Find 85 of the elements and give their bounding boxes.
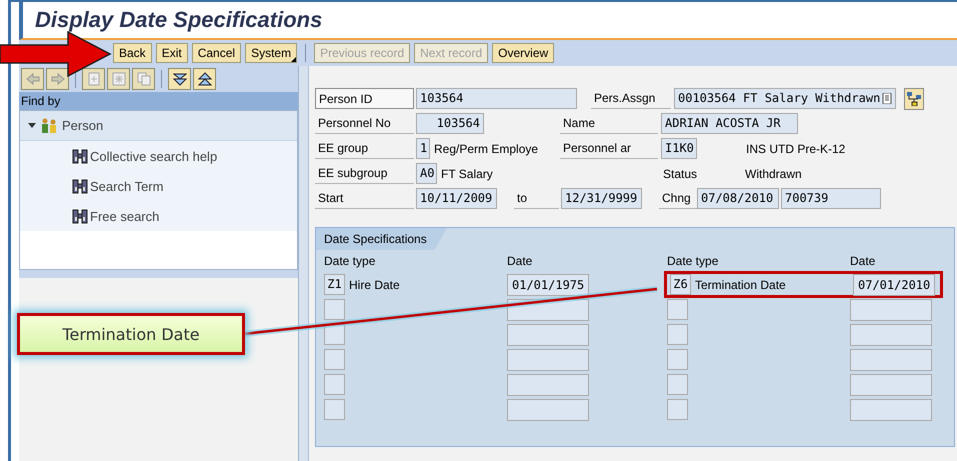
date-field[interactable]: [507, 324, 589, 346]
callout-label: Termination Date: [17, 313, 245, 355]
date-type-field[interactable]: Z6: [670, 274, 691, 295]
date-type-field[interactable]: [324, 374, 345, 395]
people-icon: [39, 118, 59, 134]
org-structure-button[interactable]: [904, 88, 924, 110]
date-field[interactable]: [850, 398, 932, 420]
field-label: Pers.Assgn: [591, 88, 671, 109]
field-label: Person ID: [315, 88, 414, 109]
date-field[interactable]: [850, 374, 932, 396]
column-header: Date type: [324, 254, 376, 268]
changed-by-field[interactable]: 700739: [781, 188, 881, 209]
nav-button[interactable]: [168, 68, 191, 90]
date-type-text: Hire Date: [348, 278, 401, 292]
date-field[interactable]: [507, 298, 589, 320]
date-type-field[interactable]: [667, 349, 688, 370]
field-label: Name: [560, 113, 658, 134]
date-field[interactable]: [850, 348, 932, 370]
toolbar-button[interactable]: Exit: [156, 43, 188, 63]
asterisk-icon: [112, 72, 126, 86]
tree-node[interactable]: Person: [20, 111, 297, 141]
toolbar-button[interactable]: Overview: [492, 43, 554, 63]
date-type-field[interactable]: [324, 349, 345, 370]
toolbar-button[interactable]: Back: [113, 43, 152, 63]
date-type-field[interactable]: [324, 324, 345, 345]
right-arrow-icon: [50, 72, 64, 86]
nav-button[interactable]: [193, 68, 216, 90]
date-type-text: Termination Date: [694, 278, 787, 292]
assignment-field[interactable]: 00103564 FT Salary Withdrawn: [674, 88, 896, 109]
tree-item[interactable]: Collective search help: [20, 141, 297, 171]
column-header: Date: [850, 254, 876, 268]
field-label: Personnel ar: [560, 138, 658, 159]
column-header: Date: [507, 254, 534, 268]
window-title: Display Date Specifications: [35, 7, 322, 33]
tree-node-label: Person: [62, 118, 104, 133]
date-field[interactable]: 07/01/2010: [853, 274, 935, 296]
date-type-field[interactable]: [667, 299, 688, 320]
date-type-field[interactable]: [667, 324, 688, 345]
date-type-field[interactable]: [667, 374, 688, 395]
date-field[interactable]: [507, 398, 589, 420]
date-field[interactable]: [507, 374, 589, 396]
ee-group-field[interactable]: 1: [416, 138, 430, 159]
copy-icon: [136, 72, 150, 86]
ee-group-text: Reg/Perm Employe: [433, 142, 540, 156]
field-label: Status: [662, 166, 698, 180]
field-label: to: [514, 188, 559, 209]
column-header: Date type: [667, 254, 720, 268]
end-date-field[interactable]: 12/31/9999: [561, 188, 642, 209]
field-label: EE group: [315, 138, 414, 159]
ee-subgroup-text: FT Salary: [440, 166, 494, 180]
tree-item[interactable]: Free search: [20, 201, 297, 231]
field-label: Personnel No: [315, 113, 414, 134]
date-field[interactable]: [850, 324, 932, 346]
binoculars-icon: [72, 208, 88, 224]
date-type-field[interactable]: [667, 399, 688, 420]
binoculars-icon: [72, 178, 88, 194]
date-type-field[interactable]: [324, 299, 345, 320]
ee-subgroup-field[interactable]: A0: [416, 163, 437, 184]
expand-up-icon: [198, 72, 212, 86]
name-field[interactable]: ADRIAN ACOSTA JR: [661, 113, 798, 134]
toolbar-button[interactable]: Cancel: [192, 43, 242, 63]
toolbar-button[interactable]: System: [245, 43, 298, 63]
binoculars-icon: [72, 148, 88, 164]
field-label: Start: [315, 188, 414, 209]
list-icon: [882, 93, 892, 104]
personnel-number-field[interactable]: 103564: [416, 113, 484, 134]
tree-item[interactable]: Search Term: [20, 171, 297, 201]
date-type-field[interactable]: Z1: [324, 274, 345, 295]
changed-date-field[interactable]: 07/08/2010: [697, 188, 779, 209]
date-field[interactable]: [507, 348, 589, 370]
date-field[interactable]: [850, 298, 932, 320]
document-icon: [86, 72, 100, 86]
date-field[interactable]: 01/01/1975: [507, 274, 589, 296]
find-by-header: Find by: [19, 92, 298, 110]
field-label: EE subgroup: [315, 163, 414, 184]
start-date-field[interactable]: 10/11/2009: [416, 188, 497, 209]
collapse-down-icon: [172, 72, 186, 86]
status-text: Withdrawn: [744, 166, 803, 180]
person-id-field[interactable]: 103564: [416, 88, 577, 109]
left-arrow-icon: [26, 72, 40, 86]
hierarchy-icon: [907, 92, 921, 106]
personnel-area-text: INS UTD Pre-K-12: [745, 142, 846, 156]
personnel-area-field[interactable]: I1K0: [661, 138, 697, 159]
caret-down-icon: [28, 122, 36, 130]
date-type-field[interactable]: [324, 399, 345, 420]
